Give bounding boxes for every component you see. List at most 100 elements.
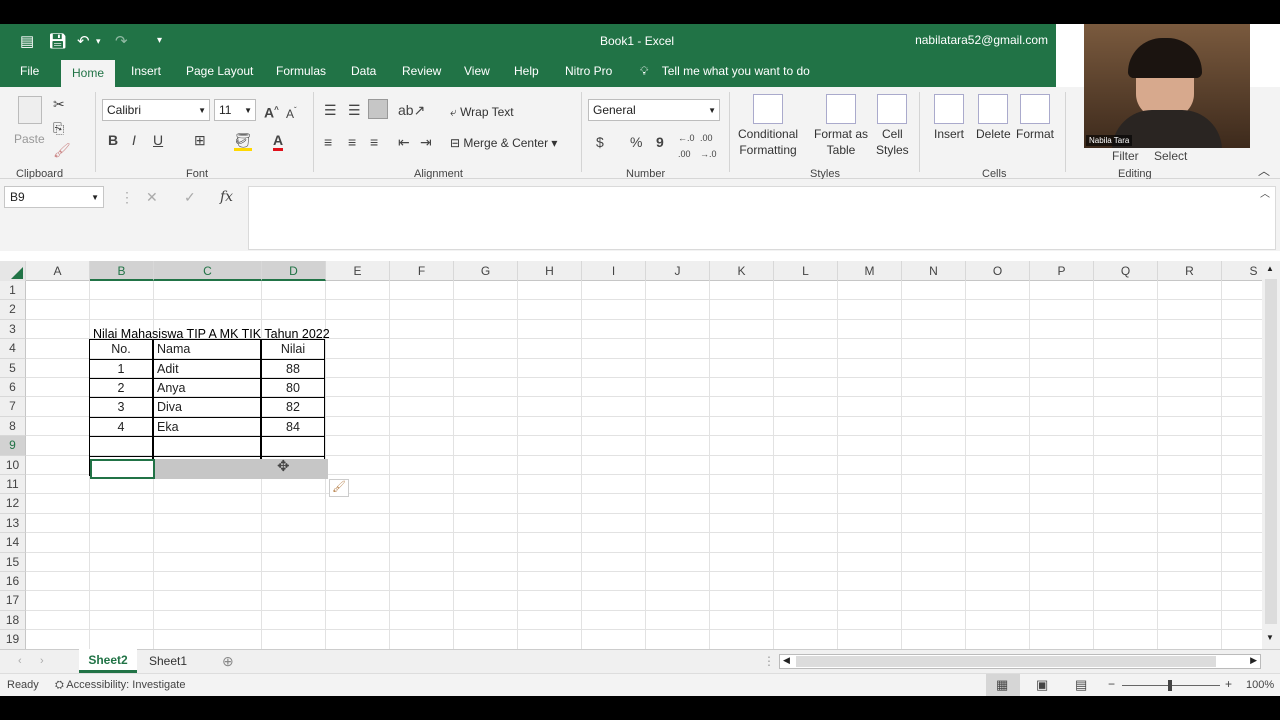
delete-cells-button[interactable]: Delete [976,94,1011,142]
scroll-up-icon[interactable]: ▲ [1266,264,1274,273]
decrease-indent-icon[interactable]: ⇤ [398,134,410,150]
sheet-tab-sheet1[interactable]: Sheet1 [140,650,196,672]
font-name-select[interactable]: Calibri ▼ [102,99,210,121]
row-header-13[interactable]: 13 [0,513,26,534]
comma-button[interactable]: 9 [656,134,664,150]
name-box[interactable]: B9 ▼ [4,186,104,208]
zoom-level[interactable]: 100% [1246,679,1274,691]
scroll-right-icon[interactable]: ▶ [1250,655,1257,666]
row-header-12[interactable]: 12 [0,494,26,514]
insert-cells-button[interactable]: Insert [934,94,964,142]
row-header-6[interactable]: 6 [0,378,26,398]
column-header-k[interactable]: K [710,261,774,281]
zoom-out-icon[interactable]: − [1108,677,1115,691]
autosave-icon[interactable]: ▤ [20,32,34,50]
vertical-scrollbar[interactable]: ▲ ▼ [1262,261,1280,649]
row-header-14[interactable]: 14 [0,533,26,553]
row-header-8[interactable]: 8 [0,416,26,437]
table-cell-no[interactable]: 2 [89,378,153,399]
bold-button[interactable]: B [108,132,118,148]
tab-data[interactable]: Data [351,64,376,78]
column-header-c[interactable]: C [154,261,262,281]
zoom-in-icon[interactable]: + [1225,677,1232,691]
table-header-no[interactable]: No. [89,339,153,360]
collapse-ribbon-icon[interactable]: ︿ [1258,163,1270,179]
table-cell-no[interactable]: 1 [89,358,153,379]
table-cell-nilai[interactable]: 88 [261,358,325,379]
tab-file[interactable]: File [20,64,39,78]
user-account[interactable]: nabilatara52@gmail.com [915,33,1048,47]
column-header-n[interactable]: N [902,261,966,281]
column-header-b[interactable]: B [90,261,154,281]
column-header-a[interactable]: A [26,261,90,281]
cancel-icon[interactable]: ✕ [146,189,158,205]
increase-decimal-button[interactable]: ←.0 .00 [678,130,695,162]
row-header-17[interactable]: 17 [0,591,26,611]
filter-button[interactable]: Filter [1112,149,1139,163]
normal-view-button[interactable]: ▦ [986,674,1020,696]
row-header-5[interactable]: 5 [0,358,26,378]
increase-indent-icon[interactable]: ⇥ [420,134,432,150]
scroll-thumb[interactable] [1265,279,1277,624]
merge-center-button[interactable]: ⊟ Merge & Center ▾ [450,136,557,150]
column-header-m[interactable]: M [838,261,902,281]
row-header-3[interactable]: 3 [0,319,26,340]
scroll-left-icon[interactable]: ◀ [783,655,790,666]
active-cell[interactable] [90,459,155,479]
h-scroll-thumb[interactable] [796,656,1216,667]
borders-icon[interactable]: ⊞ [194,132,206,148]
column-header-g[interactable]: G [454,261,518,281]
tab-review[interactable]: Review [402,64,441,78]
page-break-view-icon[interactable]: ▤ [1075,677,1087,693]
table-cell-no[interactable]: 4 [89,416,153,438]
font-size-select[interactable]: 11 ▼ [214,99,256,121]
percent-button[interactable]: % [630,134,642,150]
table-cell-nilai[interactable]: 82 [261,397,325,418]
worksheet-grid[interactable]: ABCDEFGHIJKLMNOPQRS 1 2 3 4 5 6 7 8 9 10 11 12 13 14 1… [0,261,1262,649]
table-cell-nama[interactable]: Anya [153,378,261,399]
column-header-j[interactable]: J [646,261,710,281]
save-icon[interactable]: 💾︎ [48,32,67,50]
accessibility-status[interactable]: ⛭ Accessibility: Investigate [55,679,185,692]
copy-icon[interactable]: ⎘ [53,120,64,136]
undo-icon[interactable]: ↶ [77,32,90,50]
row-header-7[interactable]: 7 [0,397,26,417]
table-cell-no[interactable]: 3 [89,397,153,418]
table-cell-nilai[interactable] [261,436,325,457]
row-header-1[interactable]: 1 [0,281,26,301]
table-cell-nilai[interactable]: 84 [261,416,325,438]
format-cells-button[interactable]: Format [1016,94,1054,142]
tab-formulas[interactable]: Formulas [276,64,326,78]
add-sheet-icon[interactable]: ⊕ [222,653,234,669]
tab-page-layout[interactable]: Page Layout [186,64,253,78]
align-middle-icon[interactable]: ☰ [348,102,361,118]
format-as-table-button[interactable]: Format as Table [814,94,868,158]
prev-sheet-icon[interactable]: ‹ [18,653,22,669]
format-painter-icon[interactable]: 🖌︎ [53,142,71,158]
column-header-h[interactable]: H [518,261,582,281]
column-header-l[interactable]: L [774,261,838,281]
column-header-s[interactable]: S [1222,261,1262,281]
align-top-icon[interactable]: ☰ [324,102,337,118]
table-cell-no[interactable] [89,436,153,457]
tell-me-search[interactable]: 💡︎ Tell me what you want to do [640,64,810,79]
tab-nitro-pro[interactable]: Nitro Pro [565,64,612,78]
expand-formula-icon[interactable]: ︿ [1260,187,1270,203]
next-sheet-icon[interactable]: › [40,653,44,669]
cut-icon[interactable]: ✂ [53,96,65,112]
decrease-decimal-button[interactable]: .00 →.0 [700,130,717,162]
paste-options-icon[interactable]: 🖌︎ [329,479,349,497]
conditional-formatting-button[interactable]: Conditional Formatting [738,94,798,158]
column-header-f[interactable]: F [390,261,454,281]
column-header-p[interactable]: P [1030,261,1094,281]
tab-insert[interactable]: Insert [131,64,161,78]
tab-help[interactable]: Help [514,64,539,78]
row-header-4[interactable]: 4 [0,339,26,359]
tab-home[interactable]: Home [61,60,116,87]
align-left-icon[interactable]: ≡ [324,134,332,150]
column-header-e[interactable]: E [326,261,390,281]
align-bottom-icon[interactable] [368,99,388,119]
sheet-tab-sheet2[interactable]: Sheet2 [79,649,137,673]
page-layout-view-icon[interactable]: ▣ [1036,677,1048,693]
align-right-icon[interactable]: ≡ [370,134,378,150]
